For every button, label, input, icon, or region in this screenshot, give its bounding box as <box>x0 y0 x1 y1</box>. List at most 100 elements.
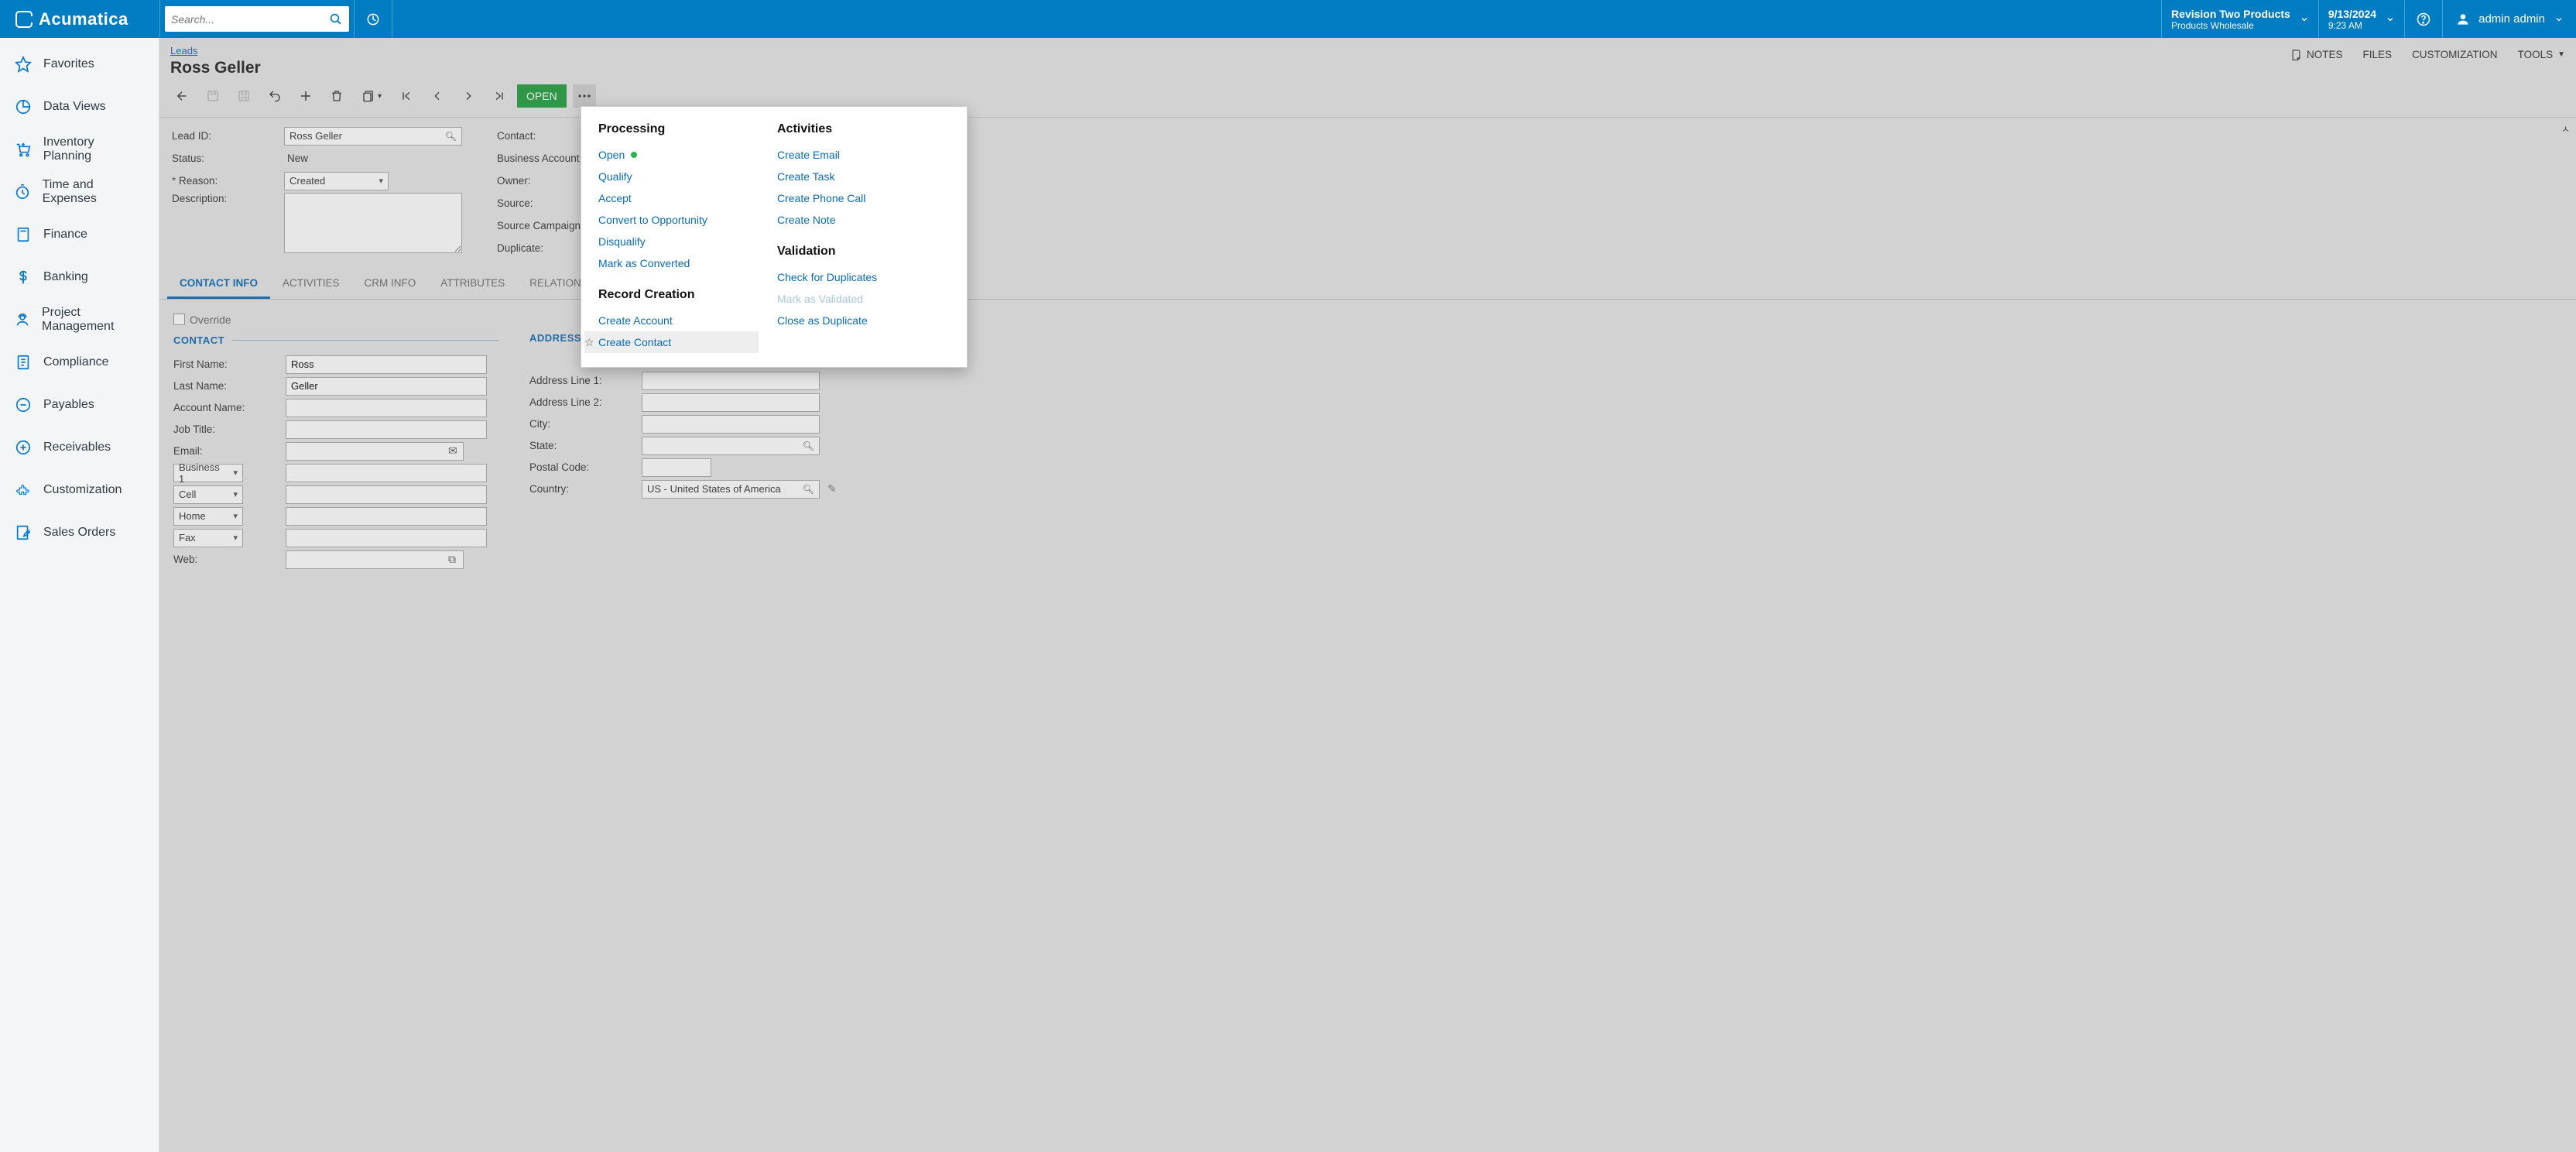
job-title-input[interactable] <box>286 420 487 439</box>
phone3-input[interactable] <box>286 507 487 526</box>
last-name-input[interactable] <box>286 377 487 396</box>
more-actions-button[interactable] <box>573 84 596 108</box>
action-check-duplicates[interactable]: Check for Duplicates <box>763 266 937 288</box>
open-action-button[interactable]: OPEN <box>517 84 567 108</box>
business-date[interactable]: 9/13/2024 9:23 AM <box>2319 0 2404 38</box>
brand-logo[interactable]: Acumatica <box>0 0 159 38</box>
pencil-icon[interactable]: ✎ <box>827 482 837 495</box>
search-icon <box>329 12 343 26</box>
nav-sales-orders[interactable]: Sales Orders <box>0 511 159 554</box>
addr1-input[interactable] <box>642 372 820 390</box>
country-input[interactable]: US - United States of America🔍︎ <box>642 480 820 499</box>
cart-icon <box>14 140 33 159</box>
reason-select[interactable]: Created <box>284 172 389 190</box>
label-addr1: Address Line 1: <box>529 375 642 386</box>
minus-circle-icon <box>14 396 33 414</box>
action-accept[interactable]: Accept <box>584 187 759 209</box>
search-icon: 🔍︎ <box>803 441 814 451</box>
clipboard-button[interactable]: ▾ <box>353 83 390 109</box>
left-nav: Favorites Data Views Inventory Planning … <box>0 38 159 1152</box>
nav-data-views[interactable]: Data Views <box>0 85 159 128</box>
star-icon <box>14 55 33 74</box>
city-input[interactable] <box>642 415 820 434</box>
action-close-duplicate[interactable]: Close as Duplicate <box>763 310 937 331</box>
action-create-account[interactable]: Create Account <box>584 310 759 331</box>
action-label: Create Account <box>598 314 673 327</box>
email-input[interactable] <box>286 442 464 461</box>
phone4-input[interactable] <box>286 529 487 547</box>
next-button[interactable] <box>454 83 483 109</box>
nav-compliance[interactable]: Compliance <box>0 341 159 383</box>
nav-favorites[interactable]: Favorites <box>0 43 159 85</box>
nav-time-expenses[interactable]: Time and Expenses <box>0 170 159 213</box>
nav-banking[interactable]: Banking <box>0 255 159 298</box>
addr2-input[interactable] <box>642 393 820 412</box>
action-mark-converted[interactable]: Mark as Converted <box>584 252 759 274</box>
breadcrumb[interactable]: Leads <box>170 45 197 57</box>
customization-button[interactable]: CUSTOMIZATION <box>2412 49 2498 60</box>
account-name-input[interactable] <box>286 399 487 417</box>
label-status: Status: <box>172 153 284 164</box>
first-name-input[interactable] <box>286 355 487 374</box>
phone1-type-select[interactable]: Business 1 <box>173 464 243 482</box>
user-menu[interactable]: admin admin <box>2443 0 2576 38</box>
tabs: CONTACT INFO ACTIVITIES CRM INFO ATTRIBU… <box>159 268 2576 300</box>
add-button[interactable] <box>291 83 320 109</box>
last-button[interactable] <box>485 83 514 109</box>
nav-inventory-planning[interactable]: Inventory Planning <box>0 128 159 170</box>
nav-finance[interactable]: Finance <box>0 213 159 255</box>
tool-label: FILES <box>2363 49 2393 60</box>
tab-contact-info[interactable]: CONTACT INFO <box>167 268 270 299</box>
state-input[interactable]: 🔍︎ <box>642 437 820 455</box>
files-button[interactable]: FILES <box>2363 49 2393 60</box>
nav-receivables[interactable]: Receivables <box>0 426 159 468</box>
phone2-type-select[interactable]: Cell <box>173 485 243 504</box>
phone3-type: Home <box>179 510 206 522</box>
action-create-phone-call[interactable]: Create Phone Call <box>763 187 937 209</box>
lead-id-input[interactable]: Ross Geller🔍︎ <box>284 127 462 146</box>
action-label: Create Email <box>777 149 840 161</box>
action-qualify[interactable]: Qualify <box>584 166 759 187</box>
nav-payables[interactable]: Payables <box>0 383 159 426</box>
tool-label: CUSTOMIZATION <box>2412 49 2498 60</box>
action-convert-opportunity[interactable]: Convert to Opportunity <box>584 209 759 231</box>
nav-customization[interactable]: Customization <box>0 468 159 511</box>
label-account-name: Account Name: <box>173 402 286 413</box>
phone1-input[interactable] <box>286 464 487 482</box>
action-disqualify[interactable]: Disqualify <box>584 231 759 252</box>
first-button[interactable] <box>392 83 421 109</box>
save-close-button[interactable] <box>198 83 228 109</box>
save-button[interactable] <box>229 83 259 109</box>
search-box[interactable] <box>165 6 349 32</box>
action-create-note[interactable]: Create Note <box>763 209 937 231</box>
undo-button[interactable] <box>260 83 289 109</box>
back-button[interactable] <box>167 83 197 109</box>
action-create-contact[interactable]: ☆Create Contact <box>584 331 759 353</box>
action-open[interactable]: Open <box>584 144 759 166</box>
phone4-type-select[interactable]: Fax <box>173 529 243 547</box>
tab-crm-info[interactable]: CRM INFO <box>352 268 429 299</box>
label-email: Email: <box>173 445 286 457</box>
description-textarea[interactable] <box>284 193 462 253</box>
notes-button[interactable]: NOTES <box>2290 49 2343 60</box>
collapse-button[interactable]: ㅅ <box>2561 122 2570 135</box>
search-input[interactable] <box>171 13 329 26</box>
action-create-email[interactable]: Create Email <box>763 144 937 166</box>
help-button[interactable] <box>2405 0 2442 38</box>
nav-project-management[interactable]: Project Management <box>0 298 159 341</box>
tab-activities[interactable]: ACTIVITIES <box>270 268 352 299</box>
tab-attributes[interactable]: ATTRIBUTES <box>428 268 517 299</box>
phone3-type-select[interactable]: Home <box>173 507 243 526</box>
search-region <box>160 0 354 38</box>
phone2-input[interactable] <box>286 485 487 504</box>
action-create-task[interactable]: Create Task <box>763 166 937 187</box>
override-checkbox[interactable] <box>173 314 185 325</box>
web-input[interactable] <box>286 550 464 569</box>
delete-button[interactable] <box>322 83 351 109</box>
refresh-button[interactable] <box>355 0 392 38</box>
star-outline-icon[interactable]: ☆ <box>584 336 594 349</box>
prev-button[interactable] <box>423 83 452 109</box>
tenant-selector[interactable]: Revision Two Products Products Wholesale <box>2162 0 2318 38</box>
tools-button[interactable]: TOOLS▼ <box>2518 49 2565 60</box>
postal-input[interactable] <box>642 458 711 477</box>
